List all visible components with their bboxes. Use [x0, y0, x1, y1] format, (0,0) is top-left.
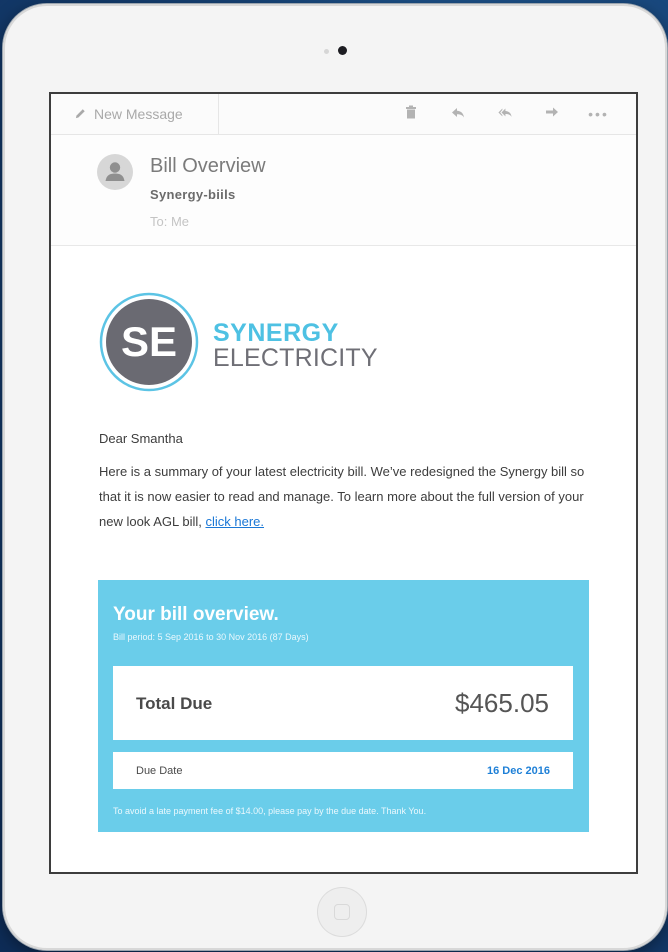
bill-overview-card: Your bill overview. Bill period: 5 Sep 2… — [98, 580, 589, 832]
email-toolbar: New Message ••• — [51, 94, 636, 135]
click-here-link[interactable]: click here. — [205, 514, 264, 529]
pencil-icon — [75, 106, 86, 122]
reply-button[interactable] — [434, 94, 481, 135]
bill-title: Your bill overview. — [113, 604, 279, 625]
tablet-frame: New Message ••• Bill Overview Synergy-bi… — [3, 4, 667, 950]
logo-initials: SE — [121, 318, 177, 365]
trash-icon — [404, 105, 418, 124]
home-square-icon — [334, 904, 350, 920]
new-message-label: New Message — [94, 106, 183, 122]
sensor-dot — [324, 49, 329, 54]
toolbar-actions: ••• — [219, 94, 636, 135]
reply-icon — [451, 105, 465, 124]
more-icon: ••• — [588, 106, 609, 122]
late-fee-note: To avoid a late payment fee of $14.00, p… — [113, 806, 427, 816]
camera-icon — [338, 46, 347, 55]
avatar — [97, 154, 133, 190]
due-date-value: 16 Dec 2016 — [487, 765, 550, 777]
total-due-value: $465.05 — [455, 688, 549, 718]
email-screen: New Message ••• Bill Overview Synergy-bi… — [49, 92, 638, 874]
delete-button[interactable] — [387, 94, 434, 135]
message-recipient: To: Me — [150, 214, 190, 229]
message-subject: Bill Overview — [150, 155, 266, 177]
due-date-label: Due Date — [136, 765, 183, 777]
message-sender[interactable]: Synergy-biils — [150, 187, 236, 202]
synergy-logo: SE — [99, 292, 199, 392]
more-button[interactable]: ••• — [575, 94, 622, 135]
new-message-button[interactable]: New Message — [51, 94, 219, 134]
intro-paragraph: Here is a summary of your latest electri… — [99, 459, 609, 534]
forward-icon — [545, 105, 559, 124]
total-due-box: Total Due $465.05 — [113, 666, 573, 740]
message-header: Bill Overview Synergy-biils To: Me — [51, 135, 636, 246]
forward-button[interactable] — [528, 94, 575, 135]
due-date-box: Due Date 16 Dec 2016 — [113, 752, 573, 789]
intro-text: Here is a summary of your latest electri… — [99, 464, 585, 529]
bill-period: Bill period: 5 Sep 2016 to 30 Nov 2016 (… — [113, 632, 309, 642]
brand-name-line2: ELECTRICITY — [213, 344, 378, 372]
home-button[interactable] — [317, 887, 367, 937]
user-icon — [105, 162, 125, 181]
reply-all-button[interactable] — [481, 94, 528, 135]
reply-all-icon — [497, 105, 512, 124]
total-due-label: Total Due — [136, 694, 213, 713]
greeting: Dear Smantha — [99, 431, 183, 446]
